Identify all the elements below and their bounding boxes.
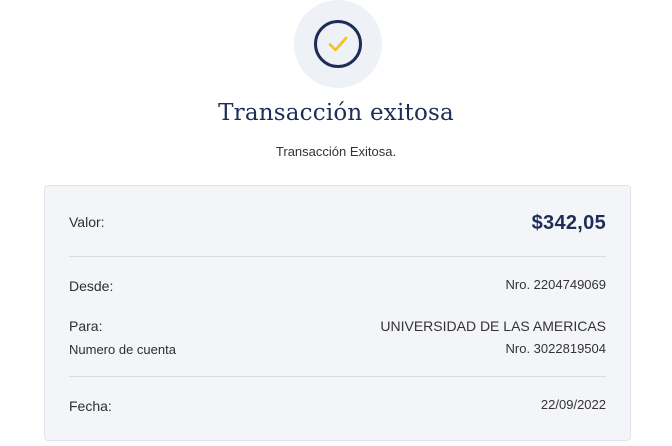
page-title: Transacción exitosa bbox=[218, 100, 454, 126]
divider bbox=[69, 256, 606, 257]
para-recipient-name: UNIVERSIDAD DE LAS AMERICAS bbox=[380, 318, 606, 334]
fecha-label: Fecha: bbox=[69, 398, 112, 414]
desde-label: Desde: bbox=[69, 278, 114, 294]
valor-label: Valor: bbox=[69, 214, 105, 230]
checkmark-icon bbox=[314, 20, 362, 68]
checkmark-glyph bbox=[328, 36, 348, 52]
page-subtitle: Transacción Exitosa. bbox=[275, 144, 397, 159]
desde-account-number: Nro. 2204749069 bbox=[505, 277, 606, 292]
fecha-value: 22/09/2022 bbox=[540, 397, 606, 412]
para-account-number: Nro. 3022819504 bbox=[505, 341, 606, 356]
valor-amount: $342,05 bbox=[531, 212, 606, 234]
divider bbox=[69, 376, 606, 377]
transaction-result-page: Transacción exitosa Transacción Exitosa.… bbox=[0, 0, 672, 446]
transaction-details-card: Valor: $342,05 Desde: Nro. 2204749069 Pa… bbox=[44, 185, 631, 441]
success-status-badge bbox=[294, 0, 382, 88]
para-label: Para: bbox=[69, 318, 103, 334]
numero-cuenta-label: Numero de cuenta bbox=[69, 342, 176, 357]
